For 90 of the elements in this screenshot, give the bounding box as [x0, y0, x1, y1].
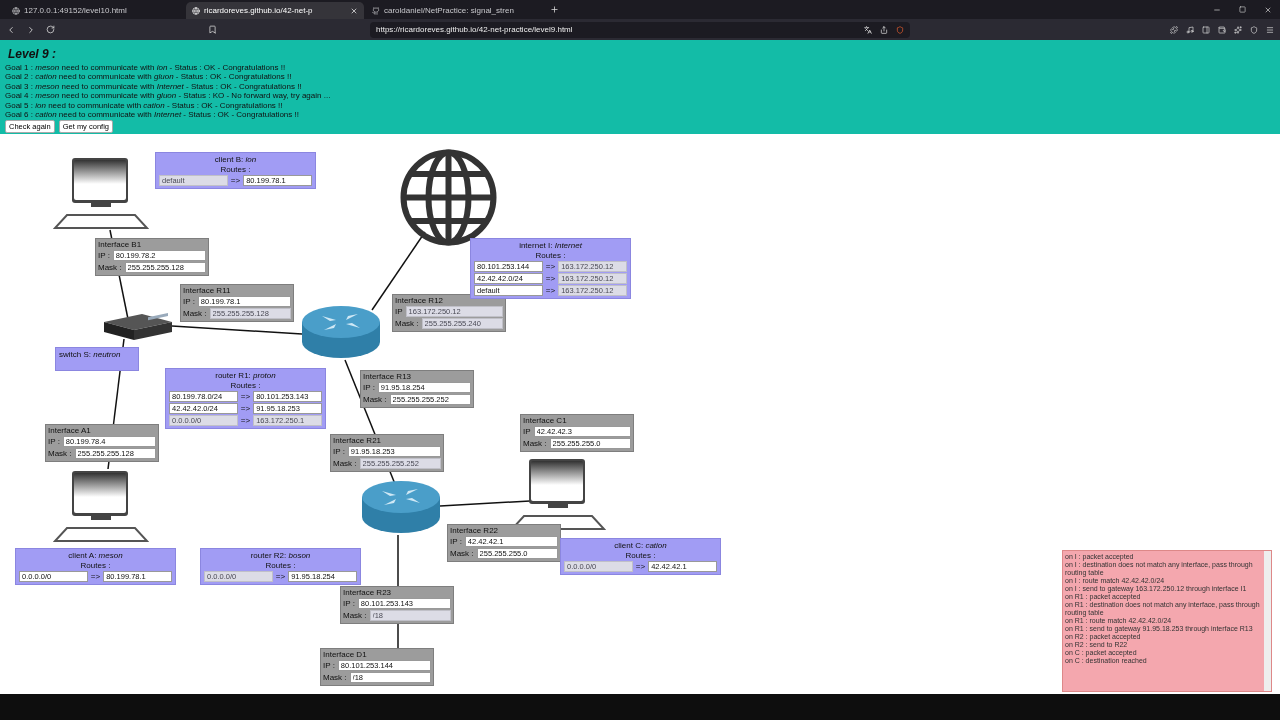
host-title: client A: meson — [68, 551, 123, 560]
interface-name: Interface D1 — [323, 650, 368, 659]
goal-text: Goal 3 : meson need to communicate with Internet - Status : OK - Congratulations !! — [5, 81, 303, 92]
host-title: client C: cation — [614, 541, 667, 550]
level-title: Level 9 : — [8, 47, 58, 61]
goal-text: Goal 4 : meson need to communicate with gluon - Status : KO - No forward way, try again ... — [5, 91, 332, 101]
ip-label: IP : — [48, 437, 60, 446]
close-icon[interactable] — [350, 6, 358, 15]
shield-icon[interactable] — [896, 25, 904, 34]
routes-label: Routes : — [535, 251, 566, 260]
route-arrow: => — [240, 404, 251, 413]
host-title: internet I: Internet — [519, 241, 582, 250]
route-arrow: => — [275, 572, 286, 581]
browser-tab[interactable]: 127.0.0.1:49152/level10.html — [6, 2, 184, 19]
music-icon[interactable] — [1186, 25, 1194, 34]
ip-label: IP — [523, 427, 531, 436]
sparkles-icon[interactable] — [1234, 25, 1242, 34]
ip-label: IP : — [450, 537, 462, 546]
goal-text: Goal 6 : cation need to communicate with Internet - Status : OK - Congratulations !! — [5, 110, 300, 120]
host-title: router R1: proton — [215, 371, 276, 380]
interface-name: Interface R12 — [395, 296, 445, 305]
ip-label: IP — [395, 307, 403, 316]
interface-name: Interface R23 — [343, 588, 393, 597]
ip-label: IP : — [333, 447, 345, 456]
mask-label: Mask : — [523, 439, 547, 448]
routes-label: Routes : — [220, 165, 251, 174]
computer-icon — [53, 469, 149, 543]
mask-label: Mask : — [343, 611, 367, 620]
goal-text: Goal 5 : ion need to communicate with cation - Status : OK - Congratulations !! — [5, 100, 284, 111]
interface-name: Interface B1 — [98, 240, 143, 249]
new-tab-icon[interactable] — [550, 5, 559, 14]
wallet-icon[interactable] — [1218, 25, 1226, 34]
mask-label: Mask : — [363, 395, 387, 404]
goal-text: Goal 2 : cation need to communicate with gluon - Status : OK - Congratulations !! — [5, 72, 293, 82]
browser-tab[interactable]: caroldaniel/NetPractice: signal_stren — [366, 2, 544, 19]
route-arrow: => — [90, 572, 101, 581]
mask-label: Mask : — [48, 449, 72, 458]
scrollbar[interactable] — [1264, 551, 1271, 691]
routes-label: Routes : — [80, 561, 111, 570]
reload-icon[interactable] — [46, 25, 55, 34]
globe-icon — [400, 149, 497, 246]
bookmark-icon[interactable] — [208, 25, 217, 34]
interface-name: Interface R11 — [183, 286, 232, 295]
close-icon[interactable] — [1264, 5, 1272, 14]
globe-icon — [192, 6, 200, 15]
ip-label: IP : — [98, 251, 110, 260]
route-arrow: => — [240, 416, 251, 425]
router-icon — [300, 304, 382, 360]
mask-label: Mask : — [333, 459, 357, 468]
routes-label: Routes : — [230, 381, 261, 390]
sidebar-icon[interactable] — [1202, 25, 1210, 34]
routes-label: Routes : — [625, 551, 656, 560]
mask-label: Mask : — [183, 309, 207, 318]
route-arrow: => — [635, 562, 646, 571]
interface-name: Interface A1 — [48, 426, 92, 435]
mask-label: Mask : — [395, 319, 419, 328]
mask-label: Mask : — [98, 263, 122, 272]
mask-label: Mask : — [323, 673, 347, 682]
route-arrow: => — [545, 274, 556, 283]
route-arrow: => — [240, 392, 251, 401]
maximize-icon[interactable] — [1239, 5, 1246, 13]
host-title: switch S: neutron — [59, 350, 121, 359]
interface-name: Interface R13 — [363, 372, 413, 381]
address-bar[interactable]: https://ricardoreves.github.io/42-net-practice/level9.html — [370, 21, 910, 38]
router-icon — [360, 479, 442, 535]
globe-icon — [12, 6, 20, 15]
share-icon[interactable] — [880, 25, 888, 34]
mask-label: Mask : — [450, 549, 474, 558]
route-arrow: => — [545, 286, 556, 295]
ip-label: IP : — [343, 599, 355, 608]
interface-name: Interface C1 — [523, 416, 568, 425]
routes-label: Routes : — [265, 561, 296, 570]
back-icon[interactable] — [6, 24, 16, 35]
ip-label: IP : — [323, 661, 335, 670]
route-arrow: => — [545, 262, 556, 271]
interface-name: Interface R21 — [333, 436, 383, 445]
ip-label: IP : — [183, 297, 195, 306]
ip-label: IP : — [363, 383, 375, 392]
browser-tab[interactable]: ricardoreves.github.io/42-net-p — [186, 2, 364, 19]
host-title: client B: ion — [214, 155, 257, 164]
route-arrow: => — [230, 176, 241, 185]
computer-icon — [53, 156, 149, 230]
translate-icon[interactable] — [864, 25, 872, 34]
host-title: router R2: boson — [250, 551, 311, 560]
menu-icon[interactable] — [1266, 25, 1274, 34]
interface-name: Interface R22 — [450, 526, 500, 535]
goal-text: Goal 1 : meson need to communicate with ion - Status : OK - Congratulations !! — [5, 63, 287, 73]
switch-icon — [102, 312, 174, 342]
forward-icon[interactable] — [26, 24, 36, 35]
extensions-icon[interactable] — [1170, 25, 1178, 34]
